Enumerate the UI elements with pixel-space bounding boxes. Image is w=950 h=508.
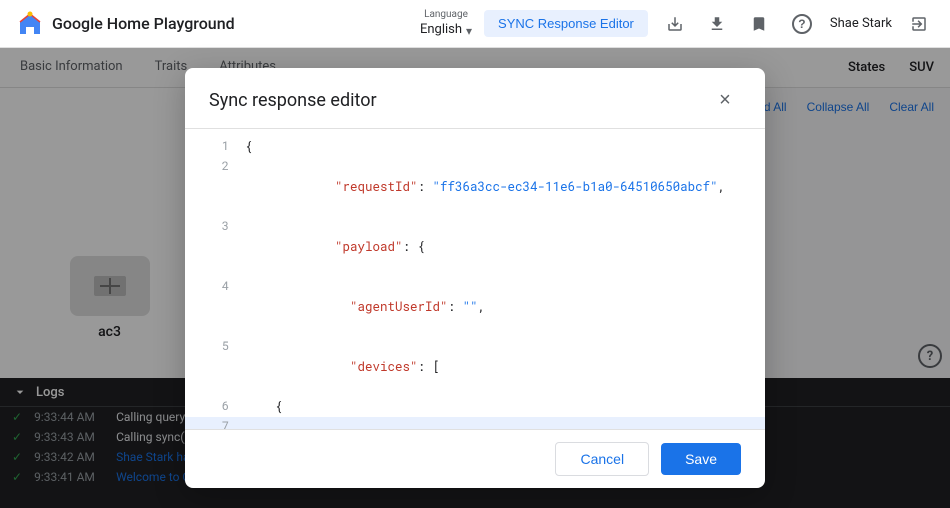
- main-content: Basic Information Traits Attributes Stat…: [0, 48, 950, 508]
- modal-close-button[interactable]: ×: [709, 84, 741, 116]
- help-circle-icon: ?: [792, 14, 812, 34]
- sync-response-editor-modal: Sync response editor × 1 { 2 "requestId"…: [185, 68, 765, 488]
- logout-icon-button[interactable]: [904, 9, 934, 39]
- code-line-7: 7 "id": "ac3",: [185, 417, 765, 429]
- modal-header: Sync response editor ×: [185, 68, 765, 129]
- sync-response-editor-button[interactable]: SYNC Response Editor: [484, 10, 648, 37]
- code-line-2: 2 "requestId": "ff36a3cc-ec34-11e6-b1a0-…: [185, 157, 765, 217]
- code-line-4: 4 "agentUserId": "",: [185, 277, 765, 337]
- export-icon: [666, 15, 684, 33]
- modal-footer: Cancel Save: [185, 429, 765, 488]
- cancel-button[interactable]: Cancel: [555, 442, 649, 476]
- bookmark-icon: [750, 15, 768, 33]
- google-home-logo: [16, 10, 44, 38]
- language-selector[interactable]: Language English: [420, 9, 472, 39]
- chevron-down-icon: [466, 20, 472, 39]
- modal-backdrop: Sync response editor × 1 { 2 "requestId"…: [0, 48, 950, 508]
- language-value: English: [420, 22, 462, 37]
- logout-icon: [910, 15, 928, 33]
- code-line-3: 3 "payload": {: [185, 217, 765, 277]
- download-icon-button[interactable]: [702, 9, 732, 39]
- app-title: Google Home Playground: [52, 14, 235, 33]
- download-icon: [708, 15, 726, 33]
- user-name: Shae Stark: [830, 16, 892, 31]
- code-editor[interactable]: 1 { 2 "requestId": "ff36a3cc-ec34-11e6-b…: [185, 129, 765, 429]
- modal-title: Sync response editor: [209, 90, 377, 111]
- help-icon-button[interactable]: ?: [786, 8, 818, 40]
- navbar: Google Home Playground Language English …: [0, 0, 950, 48]
- code-line-5: 5 "devices": [: [185, 337, 765, 397]
- save-button[interactable]: Save: [661, 443, 741, 475]
- code-line-6: 6 {: [185, 397, 765, 417]
- bookmark-icon-button[interactable]: [744, 9, 774, 39]
- export-icon-button[interactable]: [660, 9, 690, 39]
- logo-area: Google Home Playground: [16, 10, 235, 38]
- code-line-1: 1 {: [185, 137, 765, 157]
- language-label: Language: [424, 9, 468, 20]
- language-select-row[interactable]: English: [420, 20, 472, 39]
